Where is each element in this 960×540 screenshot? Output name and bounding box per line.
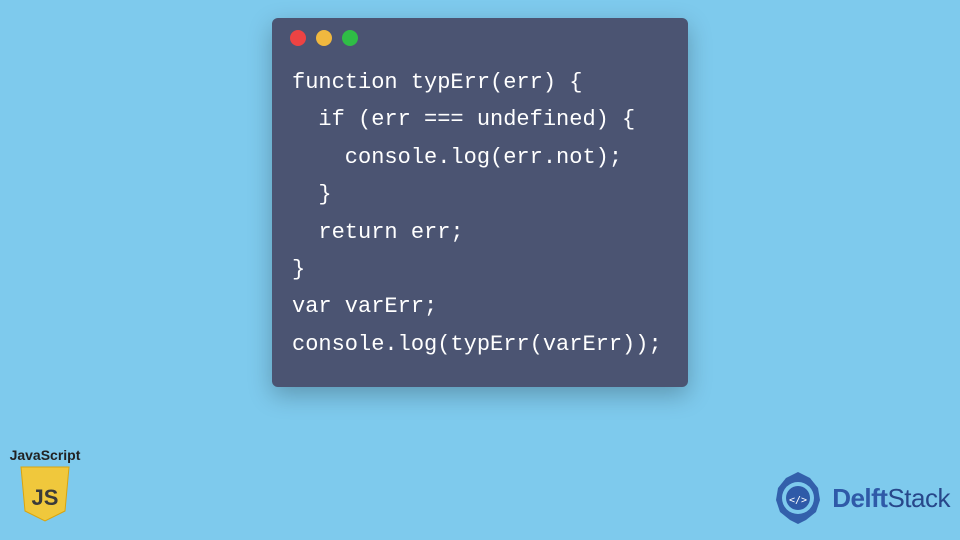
delftstack-emblem-icon: </> <box>770 470 826 526</box>
code-window: function typErr(err) { if (err === undef… <box>272 18 688 387</box>
window-titlebar <box>272 18 688 58</box>
javascript-badge: JavaScript JS <box>8 447 82 528</box>
javascript-shield-icon: JS <box>19 465 71 523</box>
maximize-dot-icon <box>342 30 358 46</box>
minimize-dot-icon <box>316 30 332 46</box>
close-dot-icon <box>290 30 306 46</box>
brand-logo: </> DelftStack <box>770 470 950 526</box>
brand-name: DelftStack <box>832 483 950 514</box>
code-block: function typErr(err) { if (err === undef… <box>272 58 688 369</box>
javascript-label: JavaScript <box>8 447 82 463</box>
svg-text:</>: </> <box>789 495 807 506</box>
javascript-shield-text: JS <box>32 485 59 510</box>
